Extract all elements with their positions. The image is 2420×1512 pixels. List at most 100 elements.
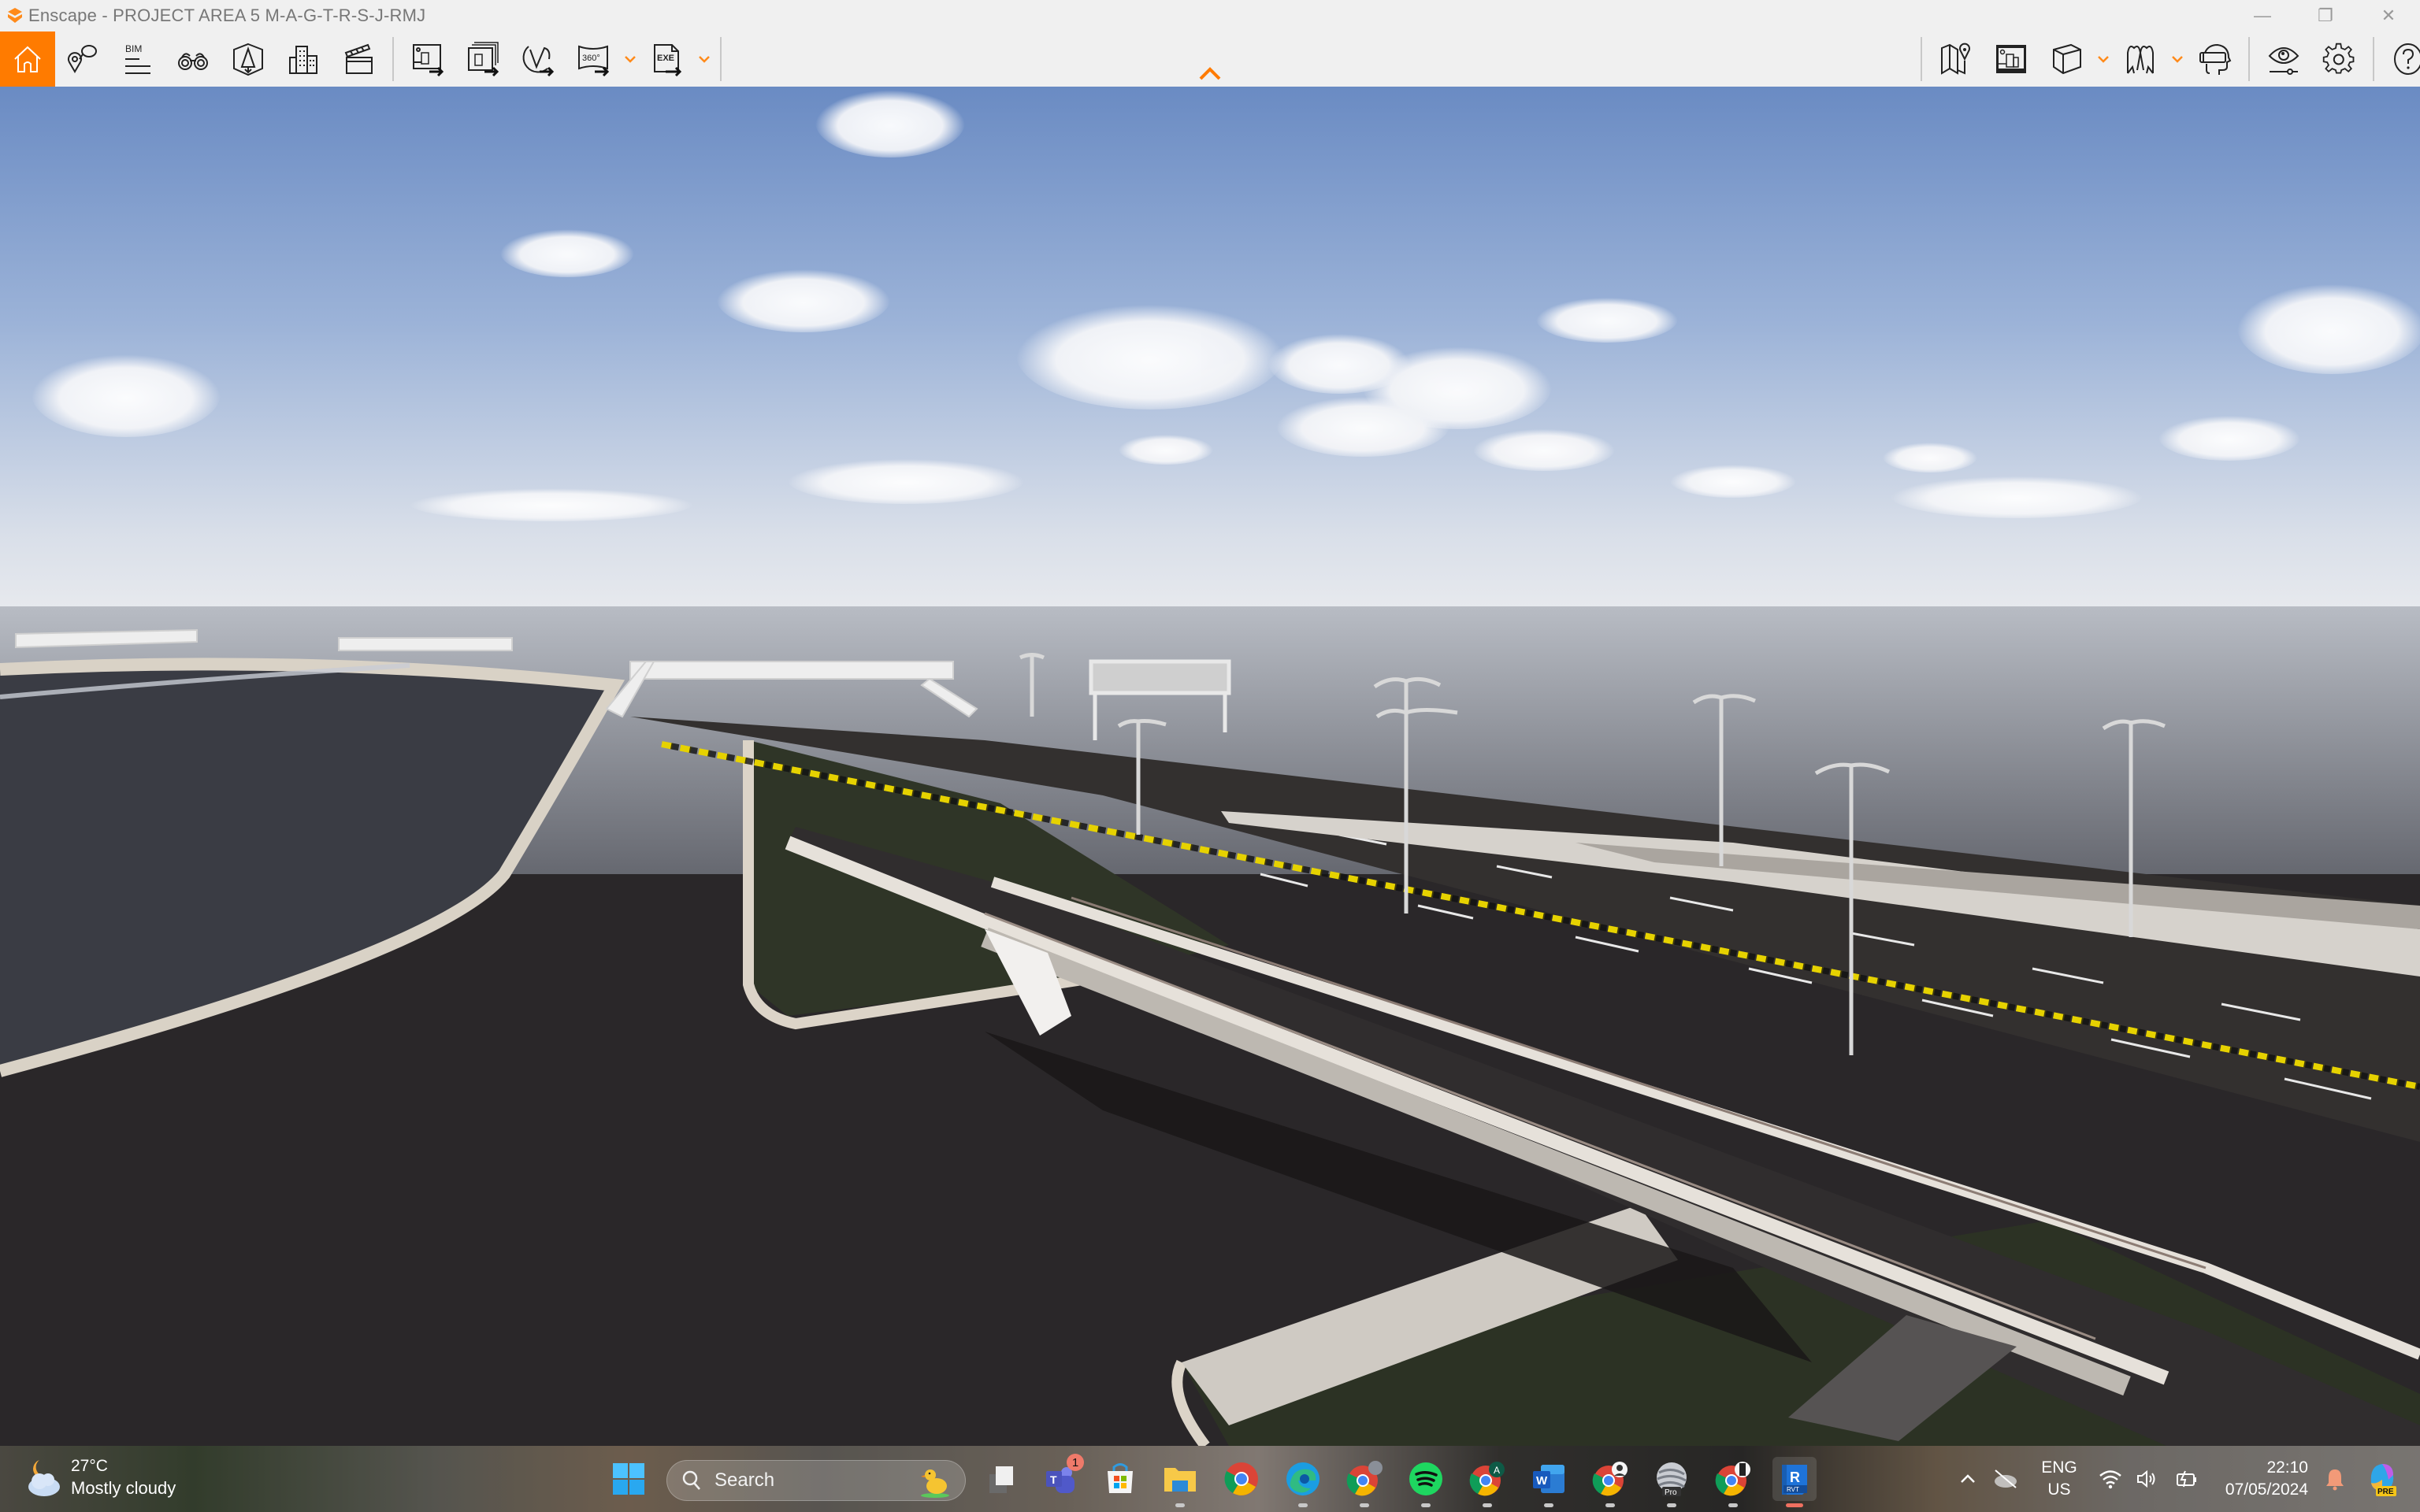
restore-button[interactable]: ❐	[2294, 0, 2357, 32]
weather-temperature: 27°C	[71, 1457, 108, 1475]
taskbar-app-file-explorer[interactable]	[1158, 1457, 1202, 1507]
view-cube-dropdown[interactable]	[2094, 32, 2113, 87]
notifications-button[interactable]	[2319, 1446, 2351, 1512]
views-button[interactable]	[55, 32, 110, 87]
wifi-button[interactable]	[2091, 1469, 2130, 1489]
clapperboard-icon	[344, 43, 373, 74]
toolbar-right-group	[1914, 32, 2420, 87]
panorama-dropdown[interactable]	[621, 32, 640, 87]
vr-mode-button[interactable]	[2113, 32, 2168, 87]
show-hidden-icons-button[interactable]	[1952, 1473, 1984, 1484]
web-standalone-button[interactable]	[510, 32, 566, 87]
earth-pro-icon: Pro	[1657, 1462, 1687, 1497]
window-controls: — ❐ ✕	[2231, 0, 2420, 32]
video-editor-button[interactable]	[331, 32, 386, 87]
help-button[interactable]	[2381, 32, 2420, 87]
enscape-logo-icon	[8, 8, 22, 23]
sites-button[interactable]	[276, 32, 331, 87]
taskbar-app-revit[interactable]: R RVT	[1772, 1457, 1817, 1507]
windows-taskbar: 27°C Mostly cloudy Search T 1 A W Pro R …	[0, 1446, 2420, 1512]
running-indicator	[1360, 1503, 1369, 1507]
export-exe-button[interactable]: EXE	[640, 32, 695, 87]
running-indicator	[1175, 1503, 1185, 1507]
duck-highlight-icon	[921, 1469, 949, 1498]
gallery-icon	[1996, 45, 2026, 73]
toolbar-main-group: BIM 360° EXE	[0, 32, 728, 87]
svg-text:RVT: RVT	[1787, 1486, 1799, 1493]
bell-icon	[2326, 1469, 2344, 1491]
taskbar-app-word[interactable]: W	[1527, 1457, 1571, 1507]
wifi-icon	[2099, 1470, 2121, 1489]
vr-mode-dropdown[interactable]	[2168, 32, 2187, 87]
running-indicator	[1605, 1503, 1615, 1507]
search-placeholder: Search	[714, 1469, 775, 1491]
running-indicator	[1728, 1503, 1738, 1507]
taskbar-app-chrome-profile[interactable]	[1342, 1457, 1386, 1507]
svg-text:EXE: EXE	[657, 54, 674, 63]
toolbar-separator	[2248, 37, 2250, 81]
onedrive-button[interactable]	[1984, 1469, 2028, 1489]
chrome-icon	[1224, 1462, 1258, 1495]
chevron-down-icon	[2098, 56, 2109, 63]
exe-dropdown[interactable]	[695, 32, 714, 87]
taskbar-app-spotify[interactable]	[1404, 1457, 1448, 1507]
partly-cloudy-night-icon	[28, 1460, 60, 1496]
render-viewport[interactable]	[0, 87, 2420, 1446]
visual-settings-button[interactable]	[2256, 32, 2311, 87]
clock-time: 22:10	[2266, 1458, 2308, 1477]
taskbar-app-task-view[interactable]	[980, 1457, 1024, 1501]
taskbar-app-chrome[interactable]	[1219, 1457, 1264, 1501]
taskbar-app-edge[interactable]	[1281, 1457, 1325, 1507]
panorama-button[interactable]: 360°	[566, 32, 621, 87]
orbit-button[interactable]	[165, 32, 221, 87]
taskbar-search-box[interactable]: Search	[666, 1460, 966, 1501]
view-cube-button[interactable]	[2039, 32, 2094, 87]
clock-button[interactable]: 22:10 07/05/2024	[2214, 1446, 2308, 1512]
system-tray: ENG US	[1952, 1446, 2209, 1512]
batch-render-button[interactable]	[455, 32, 510, 87]
export-screenshot-button[interactable]	[400, 32, 455, 87]
asset-library-button[interactable]	[221, 32, 276, 87]
word-icon: W	[1533, 1465, 1564, 1493]
taskbar-app-google-earth-pro[interactable]: Pro	[1650, 1457, 1694, 1507]
language-indicator[interactable]: ENG US	[2028, 1457, 2091, 1501]
taskbar-app-store[interactable]	[1098, 1457, 1142, 1501]
start-button[interactable]	[607, 1457, 651, 1501]
battery-button[interactable]	[2165, 1469, 2209, 1489]
bim-button[interactable]: BIM	[110, 32, 165, 87]
taskbar-app-teams[interactable]: T 1	[1038, 1454, 1084, 1501]
taskbar-app-chrome-profile-2[interactable]	[1588, 1457, 1632, 1507]
clock-date: 07/05/2024	[2225, 1480, 2308, 1499]
weather-widget[interactable]: 27°C Mostly cloudy	[24, 1455, 176, 1499]
svg-text:360°: 360°	[582, 54, 600, 63]
chrome-icon	[1346, 1461, 1383, 1496]
enscape-toolbar: BIM 360° EXE	[0, 32, 2420, 87]
search-icon	[682, 1470, 700, 1490]
copilot-button[interactable]: PRE	[2359, 1446, 2406, 1512]
running-indicator	[1544, 1503, 1553, 1507]
taskbar-app-chrome-profile-3[interactable]	[1711, 1457, 1755, 1507]
chevron-up-icon[interactable]	[1196, 65, 1224, 82]
running-indicator	[1483, 1503, 1492, 1507]
spotify-icon	[1409, 1462, 1442, 1495]
map-button[interactable]	[1928, 32, 1984, 87]
running-indicator	[1421, 1503, 1431, 1507]
gear-icon	[2322, 43, 2355, 74]
minimize-button[interactable]: —	[2231, 0, 2294, 32]
asset-library-icon	[233, 43, 263, 76]
web-standalone-icon	[522, 46, 555, 76]
volume-button[interactable]	[2130, 1469, 2165, 1489]
vr-headset-button[interactable]	[2187, 32, 2242, 87]
home-button[interactable]	[0, 32, 55, 87]
svg-text:BIM: BIM	[125, 43, 142, 54]
vr-headset-icon	[2199, 43, 2232, 75]
gallery-button[interactable]	[1984, 32, 2039, 87]
vr-mode-icon	[2127, 46, 2154, 74]
restore-icon: ❐	[2318, 6, 2333, 25]
buildings-icon	[289, 46, 317, 74]
settings-button[interactable]	[2311, 32, 2366, 87]
language-code: ENG	[2041, 1458, 2077, 1477]
visual-settings-icon	[2268, 47, 2299, 75]
close-button[interactable]: ✕	[2357, 0, 2420, 32]
taskbar-app-chrome-a[interactable]: A	[1465, 1457, 1509, 1507]
